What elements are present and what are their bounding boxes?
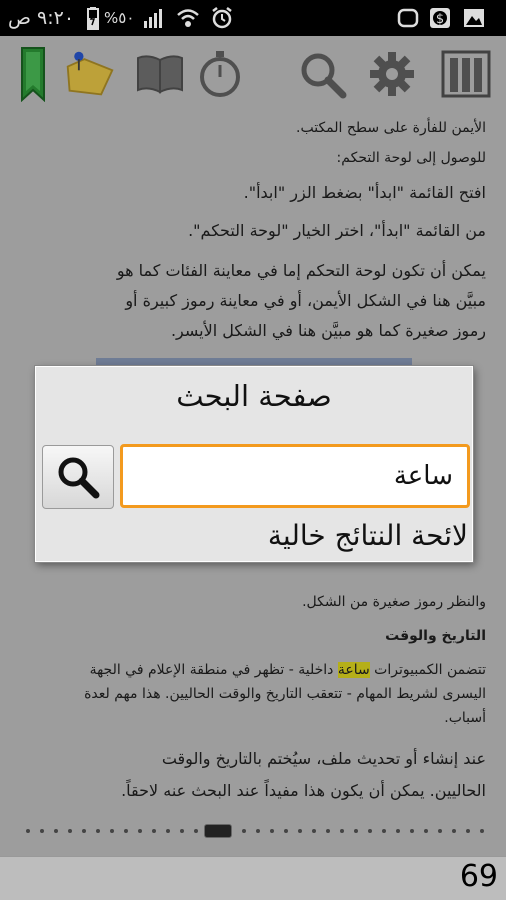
pager-dot [40,829,44,833]
pager-dot [424,829,428,833]
search-dialog: صفحة البحث لائحة النتائج خالية [35,366,473,562]
pager-dot [166,829,170,833]
footer-bar: 69 [0,856,506,900]
pager-dot [68,829,72,833]
pager-dot [382,829,386,833]
search-input[interactable] [120,444,470,508]
pager-dot [480,829,484,833]
pager-dot [138,829,142,833]
status-bar: ٩:٢٠ ص %٥٠ $ [0,0,506,36]
pager-dot [312,829,316,833]
pager-dot [124,829,128,833]
pager-dot [26,829,30,833]
pager-dot [96,829,100,833]
pager-dot [54,829,58,833]
pager-dot [180,829,184,833]
signal-icon [142,0,166,36]
alarm-icon [210,0,234,36]
pager-thumb[interactable] [204,824,232,838]
pager-dot [82,829,86,833]
pager-dot [152,829,156,833]
wifi-icon [176,0,200,36]
pager-dot [110,829,114,833]
results-status: لائحة النتائج خالية [267,519,468,552]
page-number: 69 [459,859,498,894]
dialog-title: صفحة البحث [176,379,332,413]
pager-dot [326,829,330,833]
pager-dot [256,829,260,833]
svg-text:$: $ [436,12,444,27]
pager-dot [396,829,400,833]
page-scrubber[interactable] [0,824,506,838]
pager-dot [368,829,372,833]
status-time: ٩:٢٠ ص [8,7,75,29]
pager-dot [466,829,470,833]
pager-dot [340,829,344,833]
pager-dot [270,829,274,833]
pager-dot [284,829,288,833]
pager-dot [194,829,198,833]
pager-dot [410,829,414,833]
battery-percent: %٥٠ [104,9,135,27]
search-button[interactable] [42,445,114,509]
pager-dot [298,829,302,833]
pager-dot [354,829,358,833]
dollar-app-icon: $ [428,0,452,36]
pager-dot [452,829,456,833]
pager-dot [242,829,246,833]
image-icon [462,0,486,36]
search-icon [58,457,100,499]
pager-dot [438,829,442,833]
battery-icon [86,0,100,36]
speech-bubble-icon [396,0,420,36]
